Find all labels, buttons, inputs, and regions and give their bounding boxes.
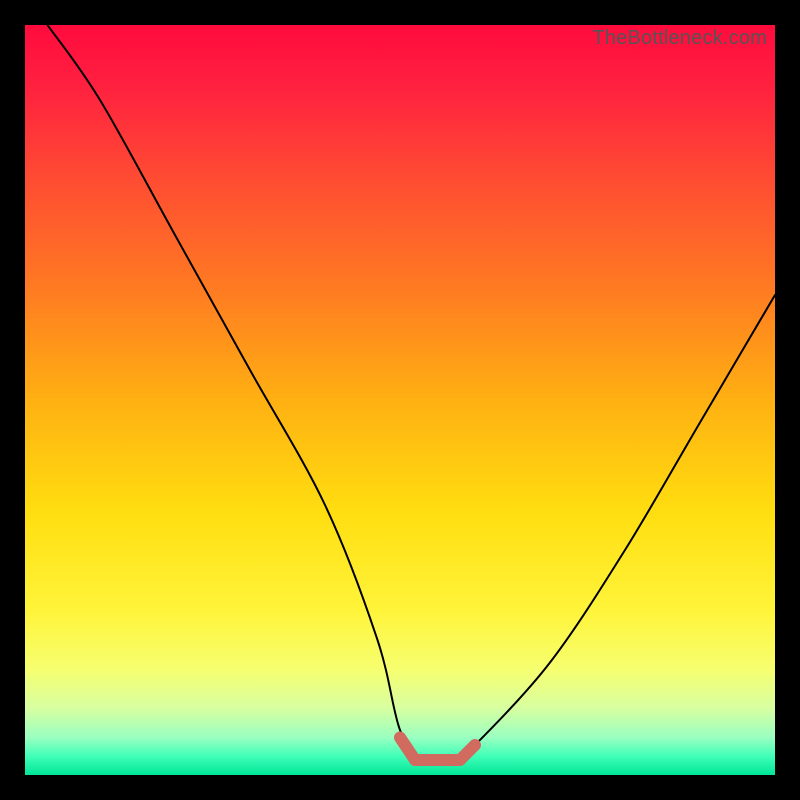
- chart-svg: [25, 25, 775, 775]
- bottleneck-curve: [48, 25, 776, 763]
- optimal-band-marker: [400, 738, 475, 761]
- chart-frame: TheBottleneck.com: [0, 0, 800, 800]
- plot-area: TheBottleneck.com: [25, 25, 775, 775]
- watermark-label: TheBottleneck.com: [592, 27, 767, 50]
